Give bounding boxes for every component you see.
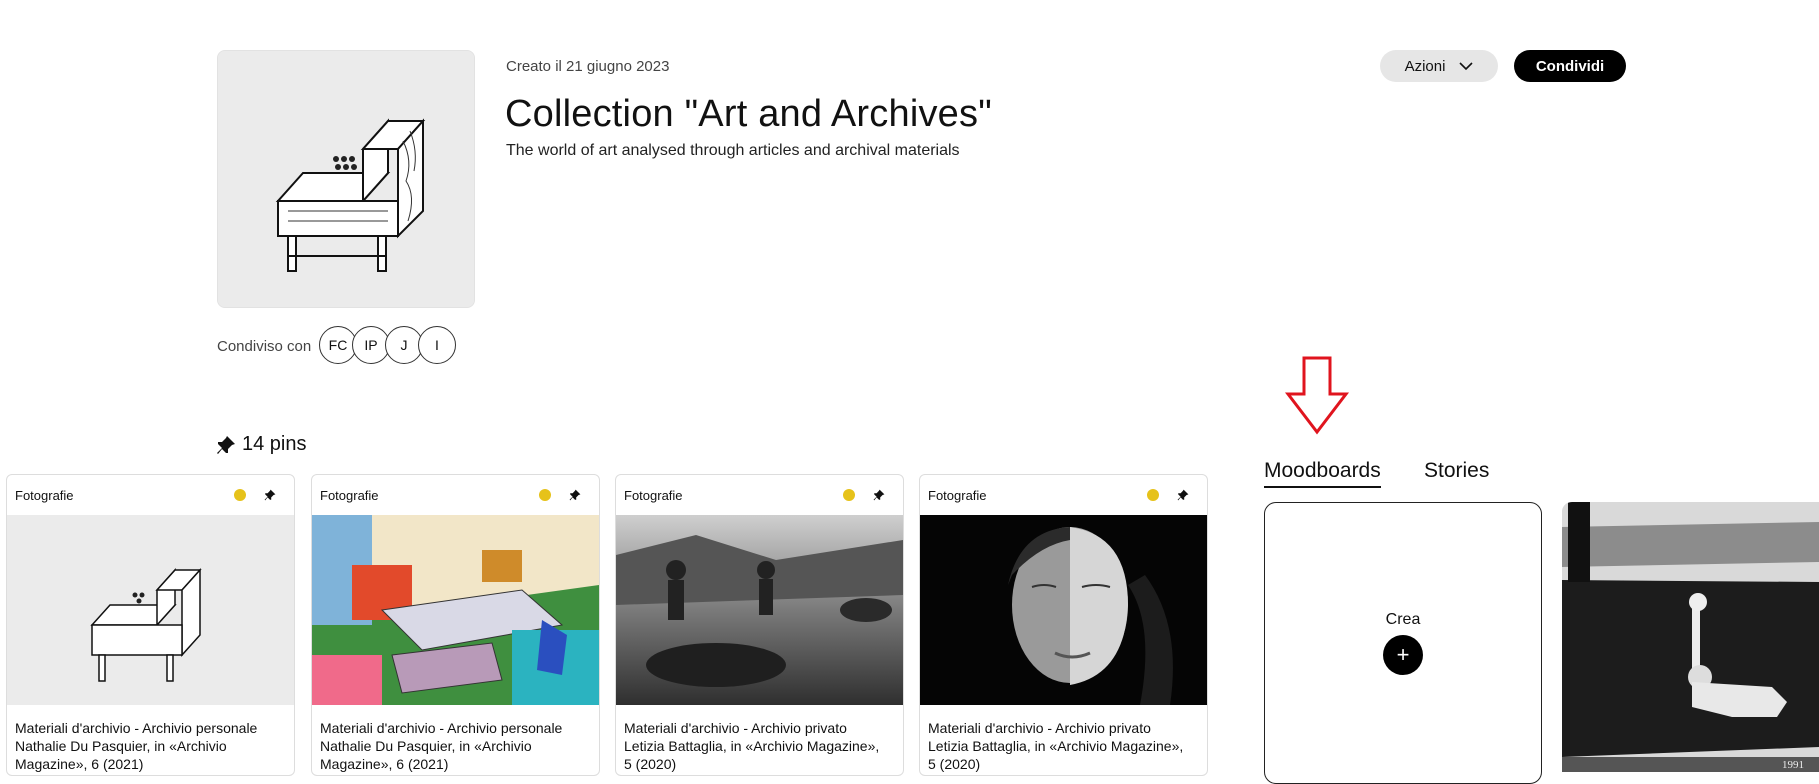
chevron-down-icon <box>1459 61 1473 70</box>
pin-icon[interactable] <box>262 487 278 503</box>
card-title-line: 5 (2020) <box>624 756 677 772</box>
moodboard-year: 1991 <box>1782 759 1804 771</box>
card-title-line: 5 (2020) <box>928 756 981 772</box>
card-title-line: Magazine», 6 (2021) <box>320 756 449 772</box>
card-title-line: Materiali d'archivio - Archivio privato <box>928 720 1151 736</box>
share-button[interactable]: Condividi <box>1514 50 1626 82</box>
card-image <box>616 515 903 705</box>
status-dot <box>539 489 551 501</box>
card-category: Fotografie <box>928 487 987 503</box>
shared-with-label: Condiviso con <box>217 338 312 355</box>
pin-icon[interactable] <box>1175 487 1191 503</box>
card-category: Fotografie <box>320 487 379 503</box>
shared-avatars: FC IP J I <box>319 326 456 366</box>
card-title-line: Letizia Battaglia, in «Archivio Magazine… <box>624 738 880 754</box>
pin-icon <box>217 435 235 454</box>
page-subtitle: The world of art analysed through articl… <box>506 142 960 159</box>
create-button[interactable]: + <box>1383 635 1423 675</box>
card-title-line: Nathalie Du Pasquier, in «Archivio <box>15 738 227 754</box>
card-title-line: Letizia Battaglia, in «Archivio Magazine… <box>928 738 1184 754</box>
pins-count: 14 pins <box>216 433 307 456</box>
card-title-line: Materiali d'archivio - Archivio personal… <box>15 720 258 736</box>
card-title-line: Materiali d'archivio - Archivio privato <box>624 720 847 736</box>
pin-card[interactable]: Fotografie Materiali d'archivio - Archiv… <box>919 474 1208 776</box>
tab-moodboards[interactable]: Moodboards <box>1264 459 1381 488</box>
actions-button[interactable]: Azioni <box>1380 50 1498 82</box>
tab-stories[interactable]: Stories <box>1424 459 1489 483</box>
arrow-down-icon <box>1284 356 1350 435</box>
status-dot <box>843 489 855 501</box>
page-title: Collection "Art and Archives" <box>505 93 992 135</box>
pins-count-label: 14 pins <box>242 433 307 455</box>
actions-label: Azioni <box>1404 57 1446 75</box>
card-title-line: Materiali d'archivio - Archivio personal… <box>320 720 563 736</box>
pin-icon[interactable] <box>871 487 887 503</box>
card-category: Fotografie <box>15 487 74 503</box>
created-date: Creato il 21 giugno 2023 <box>506 58 670 75</box>
status-dot <box>1147 489 1159 501</box>
moodboard-tile[interactable]: 1991 <box>1562 502 1819 772</box>
moodboard-image: 1991 <box>1562 502 1819 772</box>
collection-cover-image <box>217 50 475 308</box>
avatar[interactable]: I <box>418 326 456 364</box>
card-image <box>312 515 599 705</box>
card-image <box>920 515 1207 705</box>
pin-icon[interactable] <box>567 487 583 503</box>
create-moodboard-card[interactable]: Crea + <box>1264 502 1542 784</box>
pin-card[interactable]: Fotografie Materiali d'archivio - Archiv… <box>615 474 904 776</box>
create-label: Crea <box>1385 611 1421 628</box>
armchair-illustration <box>218 51 474 307</box>
card-category: Fotografie <box>624 487 683 503</box>
status-dot <box>234 489 246 501</box>
card-image <box>7 515 294 705</box>
pin-card[interactable]: Fotografie Materiali d'archivio - Archiv… <box>311 474 600 776</box>
pin-card[interactable]: Fotografie Materiali d'archivio - Archiv… <box>6 474 295 776</box>
card-title-line: Magazine», 6 (2021) <box>15 756 144 772</box>
card-title-line: Nathalie Du Pasquier, in «Archivio <box>320 738 532 754</box>
